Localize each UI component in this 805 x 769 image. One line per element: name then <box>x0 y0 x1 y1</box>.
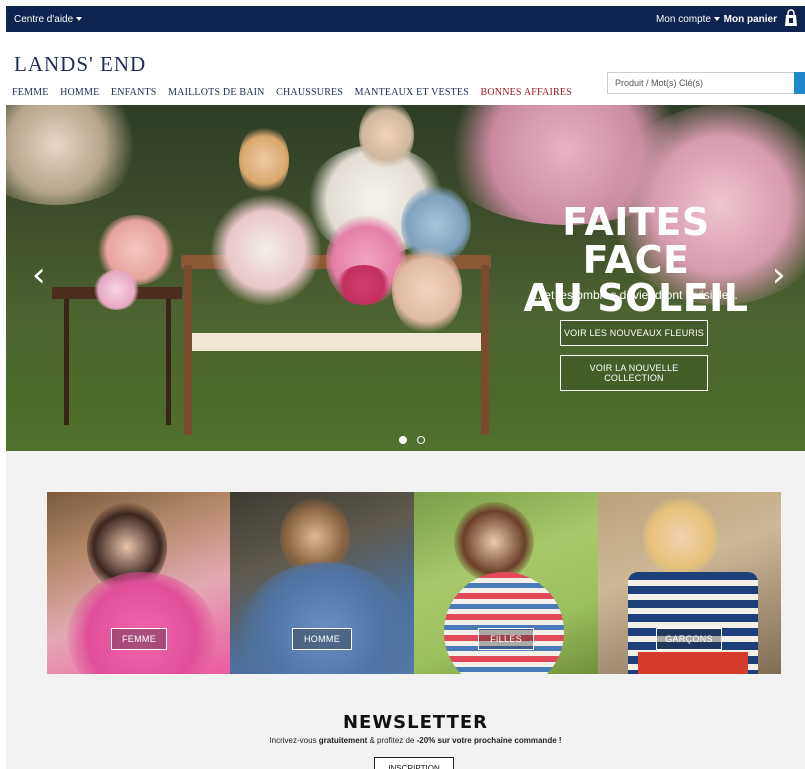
newsletter-text-mid: & profitez de <box>367 736 417 745</box>
account-menu[interactable]: Mon compte <box>656 14 720 25</box>
top-bar: Centre d'aide Mon compte Mon panier <box>6 6 805 32</box>
category-button-femme[interactable]: FEMME <box>111 628 167 650</box>
bench-leg-graphic <box>481 265 489 435</box>
category-tile-filles[interactable]: FILLES <box>414 492 598 674</box>
shopping-bag-icon[interactable] <box>783 9 799 27</box>
pillow-graphic <box>392 245 462 335</box>
boy-portrait-graphic <box>643 497 718 577</box>
woman-head-graphic <box>239 125 289 195</box>
newsletter-text-bold1: gratuitement <box>318 736 368 745</box>
cart-link[interactable]: Mon panier <box>724 14 777 25</box>
blossom-tree-graphic <box>6 105 146 205</box>
side-table-leg-graphic <box>166 299 171 425</box>
chevron-down-icon <box>714 17 720 21</box>
nav-item-bonnes-affaires[interactable]: BONNES AFFAIRES <box>480 87 571 98</box>
nav-item-enfants[interactable]: ENFANTS <box>111 87 157 98</box>
carousel-next-arrow-icon[interactable]: › <box>772 255 786 295</box>
flower-graphic <box>94 270 139 310</box>
bench-cushion-graphic <box>188 333 486 351</box>
girl-portrait-graphic <box>454 502 534 582</box>
blue-sweater-graphic <box>240 562 410 674</box>
pink-sweater-graphic <box>67 572 217 674</box>
category-tile-femme[interactable]: FEMME <box>47 492 230 674</box>
view-new-florals-button[interactable]: VOIR LES NOUVEAUX FLEURIS <box>560 320 708 346</box>
carousel-dot-2[interactable] <box>417 436 426 444</box>
main-nav: FEMME HOMME ENFANTS MAILLOTS DE BAIN CHA… <box>12 87 581 98</box>
pink-hat-graphic <box>336 265 391 305</box>
woman-figure-graphic <box>211 195 321 305</box>
account-label: Mon compte <box>655 14 711 25</box>
newsletter-text: Incrivez-vous gratuitement & profitez de… <box>6 736 805 745</box>
newsletter-text-pre: Incrivez-vous <box>269 736 319 745</box>
newsletter-signup-button[interactable]: INSCRIPTION <box>374 757 454 769</box>
nav-item-femme[interactable]: FEMME <box>12 87 49 98</box>
help-center-label: Centre d'aide <box>14 14 74 25</box>
view-new-collection-button[interactable]: VOIR LA NOUVELLE COLLECTION <box>560 355 708 391</box>
category-tile-homme[interactable]: HOMME <box>230 492 414 674</box>
nav-item-maillots[interactable]: MAILLOTS DE BAIN <box>168 87 265 98</box>
hero-title-line1: FAITES FACE <box>562 200 710 282</box>
category-button-homme[interactable]: HOMME <box>292 628 352 650</box>
category-button-filles[interactable]: FILLES <box>478 628 534 650</box>
help-center-link[interactable]: Centre d'aide <box>14 14 83 25</box>
lands-end-logo[interactable]: LANDS' END <box>14 52 146 77</box>
chevron-down-icon <box>76 17 83 21</box>
category-tile-garcons[interactable]: GARÇONS <box>598 492 781 674</box>
red-shirt-hem-graphic <box>638 652 748 674</box>
carousel-prev-arrow-icon[interactable]: ‹ <box>32 255 46 295</box>
hero-banner[interactable]: ‹ › FAITES FACE AU SOLEIL ...et les ombr… <box>6 105 805 451</box>
cart-label: Mon panier <box>723 14 777 25</box>
nav-item-chaussures[interactable]: CHAUSSURES <box>276 87 343 98</box>
site-header: LANDS' END FEMME HOMME ENFANTS MAILLOTS … <box>6 32 805 105</box>
newsletter-text-bold2: -20% sur votre prochaine commande ! <box>416 736 562 745</box>
newsletter-title: NEWSLETTER <box>342 712 489 733</box>
nav-item-homme[interactable]: HOMME <box>60 87 99 98</box>
side-table-leg-graphic <box>64 299 69 425</box>
category-section: FEMME HOMME FILLES GARÇONS NEWSLETTER In… <box>6 451 805 769</box>
search-button[interactable] <box>794 72 805 94</box>
category-button-garcons[interactable]: GARÇONS <box>656 628 722 650</box>
hero-subtitle: ...et les ombres deviendront invisibles. <box>534 288 738 302</box>
striped-dress-graphic <box>444 572 564 674</box>
nav-item-manteaux[interactable]: MANTEAUX ET VESTES <box>355 87 469 98</box>
bench-leg-graphic <box>184 265 192 435</box>
search-input[interactable]: Produit / Mot(s) Clé(s) <box>607 72 795 94</box>
carousel-dots <box>399 431 431 449</box>
carousel-dot-1[interactable] <box>399 436 407 444</box>
